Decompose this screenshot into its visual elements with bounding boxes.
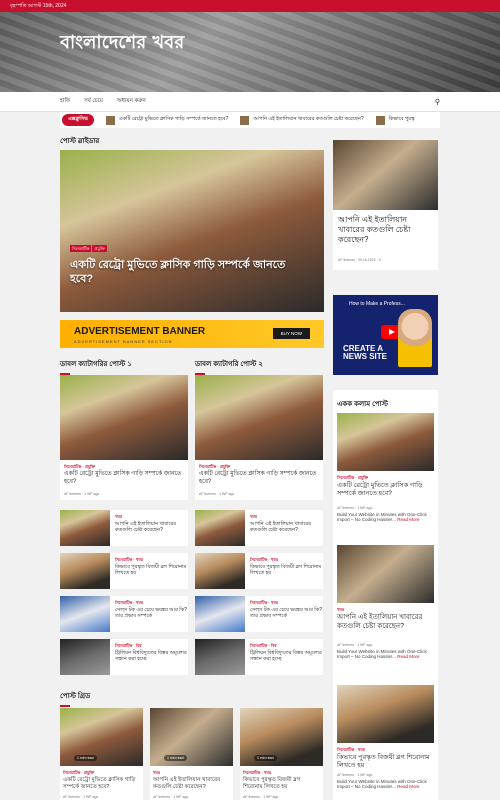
card-meta: AF themes · 1 WP ago	[199, 492, 235, 496]
ticker-thumb	[375, 115, 385, 125]
list-title[interactable]: কিভাবে পুরস্কৃত বিজয়ী ব্লগ শিরোনাম লিখত…	[115, 564, 190, 576]
breaking-ticker: এক্সক্লুসিভ একটি রেট্রো মুভিতে ক্লাসিক গ…	[60, 112, 440, 128]
slider-title[interactable]: একটি রেট্রো মুভিতে ক্লাসিক গাড়ি সম্পর্ক…	[70, 258, 310, 286]
post-grid-heading: পোস্ট গ্রিড	[60, 690, 90, 707]
single-column-item[interactable]: খবর আপনি এই ইতালিয়ান খাবারের কতগুলি চেষ…	[333, 545, 438, 670]
grid-title[interactable]: কিভাবে পুরস্কৃত বিজয়ী ব্লগ শিরোনাম লিখত…	[243, 777, 321, 790]
read-more-link[interactable]: Read More	[397, 784, 419, 789]
list-item[interactable]: সিনেমাটিক · খবর কিভাবে পুরস্কৃত বিজয়ী ব্…	[60, 553, 188, 589]
list-title[interactable]: সেল্স টক এর চেয়ে ভয়ঙ্কর আর কি? তার প্র…	[250, 607, 325, 619]
double-cat-1-main[interactable]: সিনেমাটিক · প্রযুক্তি একটি রেট্রো মুভিতে…	[60, 375, 188, 500]
right-top-card[interactable]: আপনি এই ইতালিয়ান খাবারের কতগুলি চেষ্টা …	[333, 140, 438, 270]
list-title[interactable]: ট্রিলিয়ন বিশ্ববিদ্যুতের বিস্তর অমূল্যের…	[250, 650, 325, 662]
grid-card[interactable]: 1 min read খবর আপনি এই ইতালিয়ান খাবারের…	[150, 708, 233, 800]
list-thumb	[195, 510, 245, 546]
grid-title[interactable]: একটি রেট্রো মুভিতে ক্লাসিক গাড়ি সম্পর্ক…	[63, 777, 141, 790]
grid-image	[150, 708, 233, 766]
right-top-meta: AF themes · 09.16.2024 · 0	[338, 258, 381, 262]
slider-cats: সিনেমাটিক প্রযুক্তি	[70, 245, 107, 252]
read-time-badge: 1 min read	[254, 755, 277, 761]
single-excerpt: Build Your Website in Minutes with One-C…	[337, 649, 427, 659]
card-title[interactable]: একটি রেট্রো মুভিতে ক্লাসিক গাড়ি সম্পর্ক…	[199, 471, 319, 486]
single-column-item[interactable]: সিনেমাটিক · প্রযুক্তি একটি রেট্রো মুভিতে…	[333, 413, 438, 533]
read-more-link[interactable]: Read More	[397, 517, 419, 522]
double-cat-2-main[interactable]: সিনেমাটিক · প্রযুক্তি একটি রেট্রো মুভিতে…	[195, 375, 323, 500]
single-title[interactable]: আপনি এই ইতালিয়ান খাবারের কতগুলি চেষ্টা …	[337, 614, 435, 631]
ticker-item[interactable]: আপনি এই ইতালিয়ান খাবারের কতগুলি চেষ্টা …	[240, 115, 364, 125]
single-column-item[interactable]: সিনেমাটিক · খবর কিভাবে পুরস্কৃত বিজয়ী ব…	[333, 685, 438, 800]
list-thumb	[60, 553, 110, 589]
advertisement-banner[interactable]: ADVERTISEMENT BANNER ADVERTISEMENT BANNE…	[60, 320, 324, 348]
list-item[interactable]: সিনেমাটিক · বিশ্ব ট্রিলিয়ন বিশ্ববিদ্যুতে…	[60, 639, 188, 675]
single-image	[337, 685, 434, 743]
list-thumb	[195, 553, 245, 589]
right-top-image	[333, 140, 438, 210]
ticker-thumb	[105, 115, 115, 125]
double-cat-2-heading: ডাবল ক্যাটাগরি পোস্ট ২	[195, 358, 263, 375]
list-thumb	[60, 596, 110, 632]
list-thumb	[195, 639, 245, 675]
list-item[interactable]: সিনেমাটিক · খবর সেল্স টক এর চেয়ে ভয়ঙ্কর…	[195, 596, 323, 632]
card-image	[60, 375, 188, 460]
slider-image	[60, 150, 324, 312]
double-cat-1-heading: ডাবল ক্যাটাগরির পোস্ট ১	[60, 358, 132, 375]
nav-item-3[interactable]: অধ্যয়ন করুন	[117, 98, 146, 106]
read-time-badge: 1 min read	[164, 755, 187, 761]
grid-card[interactable]: 1 min read সিনেমাটিক · প্রযুক্তি একটি রে…	[60, 708, 143, 800]
video-title: How to Make a Profess...	[349, 301, 405, 307]
main-nav: হাফি সর্ব চেয়ে অধ্যয়ন করুন ⚲	[0, 92, 500, 112]
list-thumb	[60, 639, 110, 675]
grid-title[interactable]: আপনি এই ইতালিয়ান খাবারের কতগুলি চেষ্টা …	[153, 777, 231, 790]
current-date: বৃহস্পতি আগস্ট 15th, 2024	[10, 3, 67, 9]
single-image	[337, 545, 434, 603]
single-title[interactable]: একটি রেট্রো মুভিতে ক্লাসিক গাড়ি সম্পর্ক…	[337, 482, 435, 497]
slider-card[interactable]: সিনেমাটিক প্রযুক্তি একটি রেট্রো মুভিতে ক…	[60, 150, 324, 312]
single-excerpt: Build Your Website in Minutes with One-C…	[337, 779, 427, 789]
site-header: বাংলাদেশের খবর	[0, 12, 500, 92]
buy-now-button[interactable]: BUY NOW	[272, 328, 310, 339]
list-title[interactable]: কিভাবে পুরস্কৃত বিজয়ী ব্লগ শিরোনাম লিখত…	[250, 564, 325, 576]
read-time-badge: 1 min read	[74, 755, 97, 761]
list-item[interactable]: সিনেমাটিক · খবর সেল্স টক এর চেয়ে ভয়ঙ্কর…	[60, 596, 188, 632]
ticker-item[interactable]: একটি রেট্রো মুভিতে ক্লাসিক গাড়ি সম্পর্ক…	[105, 115, 228, 125]
card-image	[195, 375, 323, 460]
single-excerpt: Build Your Website in Minutes with One-C…	[337, 512, 427, 522]
ticker-thumb	[240, 115, 250, 125]
list-item[interactable]: সিনেমাটিক · বিশ্ব ট্রিলিয়ন বিশ্ববিদ্যুতে…	[195, 639, 323, 675]
single-title[interactable]: কিভাবে পুরস্কৃত বিজয়ী ব্লগ শিরোনাম লিখত…	[337, 754, 435, 769]
search-icon[interactable]: ⚲	[435, 98, 440, 106]
video-presenter-image	[398, 309, 432, 367]
video-thumbnail[interactable]: How to Make a Profess... CREATE A NEWS S…	[333, 295, 438, 375]
grid-image	[240, 708, 323, 766]
list-title[interactable]: ট্রিলিয়ন বিশ্ববিদ্যুতের বিস্তর অমূল্যের…	[115, 650, 190, 662]
list-item[interactable]: খবর আপনি এই ইতালিয়ান খাবারের কতগুলি চেষ্…	[195, 510, 323, 546]
single-image	[337, 413, 434, 471]
ad-title: ADVERTISEMENT BANNER	[74, 326, 206, 337]
card-title[interactable]: একটি রেট্রো মুভিতে ক্লাসিক গাড়ি সম্পর্ক…	[64, 471, 184, 486]
card-meta: AF themes · 1 WP ago	[64, 492, 100, 496]
list-item[interactable]: খবর আপনি এই ইতালিয়ান খাবারের কতগুলি চেষ্…	[60, 510, 188, 546]
list-thumb	[60, 510, 110, 546]
top-date-bar: বৃহস্পতি আগস্ট 15th, 2024	[0, 0, 500, 12]
list-title[interactable]: সেল্স টক এর চেয়ে ভয়ঙ্কর আর কি? তার প্র…	[115, 607, 190, 619]
grid-card[interactable]: 1 min read সিনেমাটিক · খবর কিভাবে পুরস্ক…	[240, 708, 323, 800]
list-item[interactable]: সিনেমাটিক · খবর কিভাবে পুরস্কৃত বিজয়ী ব্…	[195, 553, 323, 589]
right-top-title[interactable]: আপনি এই ইতালিয়ান খাবারের কতগুলি চেষ্টা …	[338, 215, 433, 245]
ticker-label: এক্সক্লুসিভ	[62, 114, 94, 126]
ticker-item[interactable]: কিভাবে পুরস্কৃ	[375, 115, 415, 125]
grid-image	[60, 708, 143, 766]
site-title[interactable]: বাংলাদেশের খবর	[60, 32, 200, 54]
card-category: সিনেমাটিক · প্রযুক্তি	[64, 464, 96, 469]
read-more-link[interactable]: Read More	[397, 654, 419, 659]
card-category: সিনেমাটিক · প্রযুক্তি	[199, 464, 231, 469]
ad-subtitle: ADVERTISEMENT BANNER SECTION	[74, 339, 173, 344]
list-title[interactable]: আপনি এই ইতালিয়ান খাবারের কতগুলি চেষ্টা …	[115, 521, 190, 533]
video-overlay-text: CREATE A NEWS SITE	[343, 344, 388, 361]
list-thumb	[195, 596, 245, 632]
nav-item-2[interactable]: সর্ব চেয়ে	[84, 98, 103, 106]
nav-item-1[interactable]: হাফি	[60, 98, 70, 106]
list-title[interactable]: আপনি এই ইতালিয়ান খাবারের কতগুলি চেষ্টা …	[250, 521, 325, 533]
